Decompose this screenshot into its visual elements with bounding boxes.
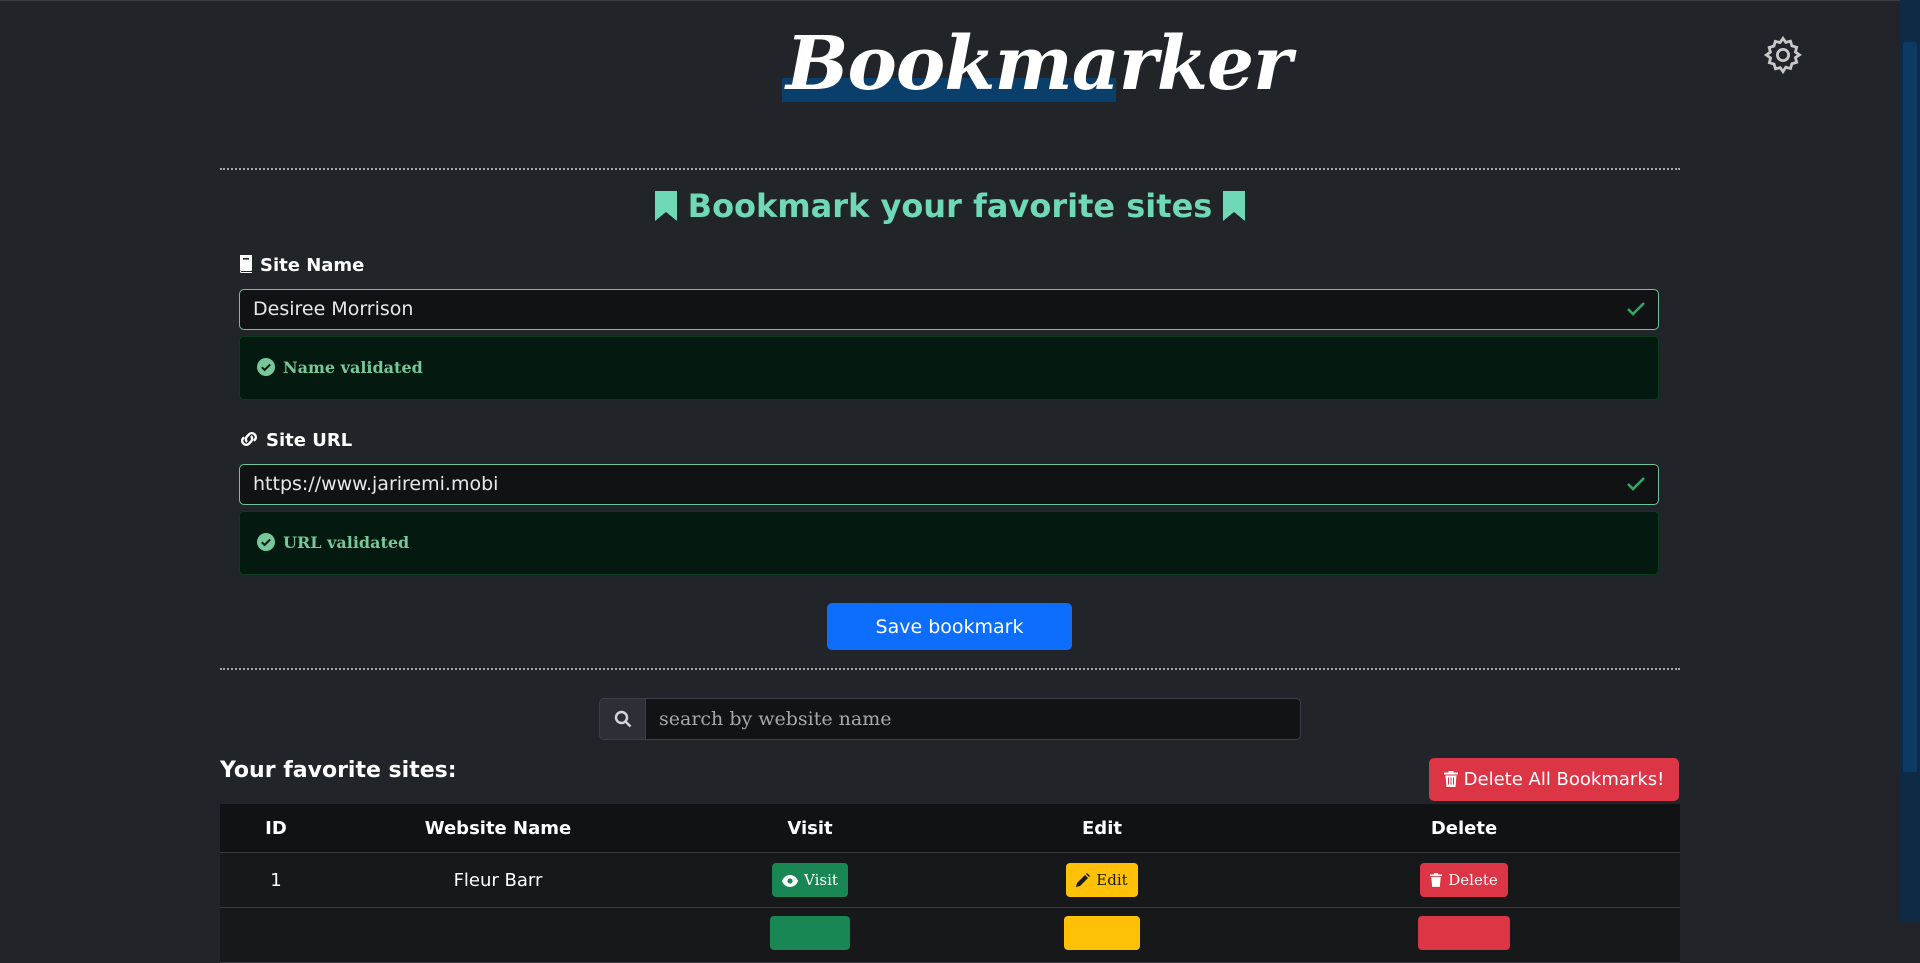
table-row — [220, 907, 1680, 963]
search-group — [599, 698, 1301, 740]
visit-button[interactable]: Visit — [772, 863, 848, 897]
table-header-row: ID Website Name Visit Edit Delete — [220, 804, 1680, 853]
gear-icon[interactable] — [1762, 34, 1804, 76]
column-header-visit: Visit — [664, 804, 956, 853]
search-icon[interactable] — [599, 698, 646, 740]
trash-icon — [1443, 771, 1458, 787]
row-id: 1 — [220, 852, 332, 908]
bookmark-icon — [654, 191, 677, 221]
url-validation-alert: URL validated — [239, 511, 1659, 575]
favorites-title: Your favorite sites: — [220, 758, 457, 783]
bottom-divider — [220, 668, 1680, 670]
column-header-id: ID — [220, 804, 332, 853]
search-input[interactable] — [645, 698, 1301, 740]
column-header-edit: Edit — [956, 804, 1248, 853]
row-website-name: Fleur Barr — [332, 852, 664, 908]
name-validation-alert: Name validated — [239, 336, 1659, 400]
visit-button[interactable] — [770, 915, 850, 950]
app-logo: Bookmarker — [786, 21, 1292, 107]
top-divider — [220, 168, 1680, 170]
column-header-website-name: Website Name — [332, 804, 664, 853]
row-visit-cell — [664, 907, 956, 963]
bookmark-icon — [1223, 191, 1246, 221]
delete-button[interactable] — [1418, 915, 1510, 950]
table-row: 1 Fleur Barr Visit Edit Delete — [220, 852, 1680, 908]
site-name-label: Site Name — [238, 255, 364, 276]
top-border — [0, 0, 1900, 1]
bookmarks-table: ID Website Name Visit Edit Delete 1 Fleu… — [220, 804, 1680, 963]
delete-all-button[interactable]: Delete All Bookmarks! — [1429, 758, 1679, 801]
check-circle-icon — [257, 533, 275, 551]
scrollbar-track[interactable] — [1900, 0, 1920, 922]
site-name-input[interactable]: Desiree Morrison — [239, 289, 1659, 330]
row-delete-cell — [1248, 907, 1680, 963]
site-url-input[interactable]: https://www.jariremi.mobi — [239, 464, 1659, 505]
row-visit-cell: Visit — [664, 852, 956, 908]
delete-button[interactable]: Delete — [1420, 863, 1508, 897]
heading-text: Bookmark your favorite sites — [687, 187, 1213, 225]
check-icon — [1627, 302, 1645, 316]
form-heading: Bookmark your favorite sites — [220, 186, 1680, 226]
save-bookmark-button[interactable]: Save bookmark — [827, 603, 1072, 650]
scrollbar-thumb[interactable] — [1903, 42, 1917, 772]
link-icon — [241, 432, 257, 446]
trash-icon — [1430, 873, 1443, 887]
site-url-label: Site URL — [238, 430, 352, 451]
book-icon — [240, 255, 252, 273]
pencil-icon — [1076, 873, 1091, 887]
row-edit-cell: Edit — [956, 852, 1248, 908]
column-header-delete: Delete — [1248, 804, 1680, 853]
row-edit-cell — [956, 907, 1248, 963]
edit-button[interactable]: Edit — [1066, 863, 1138, 897]
edit-button[interactable] — [1064, 915, 1140, 950]
eye-icon — [782, 875, 799, 887]
row-delete-cell: Delete — [1248, 852, 1680, 908]
check-circle-icon — [257, 358, 275, 376]
check-icon — [1627, 477, 1645, 491]
